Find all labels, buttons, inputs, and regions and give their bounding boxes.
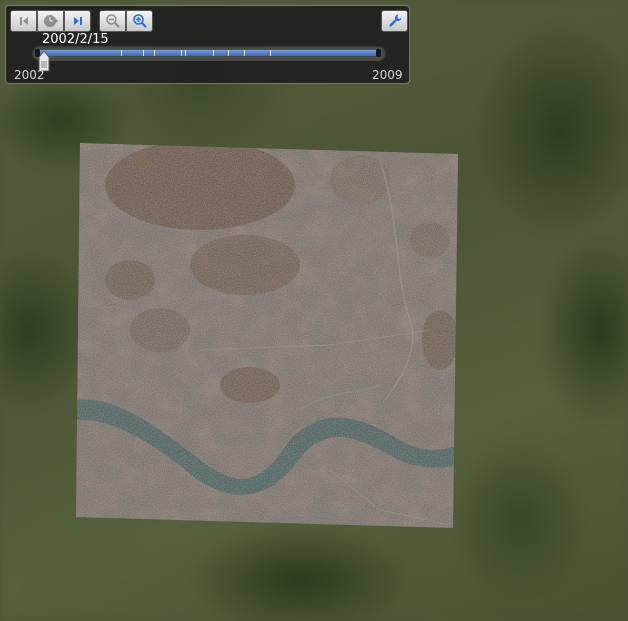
play-clock-icon	[43, 15, 58, 27]
slider-end-cap	[376, 49, 381, 57]
time-slider-panel: 2002/2/15 2002 2009	[5, 5, 410, 84]
time-slider-track[interactable]	[32, 45, 386, 61]
zoom-in-icon	[132, 14, 147, 28]
satellite-tile	[76, 143, 458, 528]
skip-forward-icon	[73, 17, 82, 25]
slider-tick	[270, 50, 271, 56]
slider-tick	[228, 50, 229, 56]
slider-tick	[143, 50, 144, 56]
skip-back-icon	[19, 17, 28, 25]
slider-tick	[185, 50, 186, 56]
slider-tick	[121, 50, 122, 56]
wrench-icon	[388, 14, 401, 27]
start-year-label: 2002	[14, 68, 45, 82]
step-forward-button[interactable]	[64, 10, 91, 32]
satellite-image-overlay[interactable]	[0, 0, 628, 621]
zoom-in-button[interactable]	[126, 10, 153, 32]
settings-button[interactable]	[381, 10, 408, 32]
slider-tick	[213, 50, 214, 56]
slider-tick	[154, 50, 155, 56]
play-button[interactable]	[37, 10, 64, 32]
slider-tick	[181, 50, 182, 56]
time-slider-bar[interactable]	[35, 49, 381, 57]
end-year-label: 2009	[372, 68, 403, 82]
slider-tick	[244, 50, 245, 56]
zoom-out-icon	[105, 14, 120, 28]
step-back-button[interactable]	[10, 10, 37, 32]
zoom-out-button[interactable]	[99, 10, 126, 32]
